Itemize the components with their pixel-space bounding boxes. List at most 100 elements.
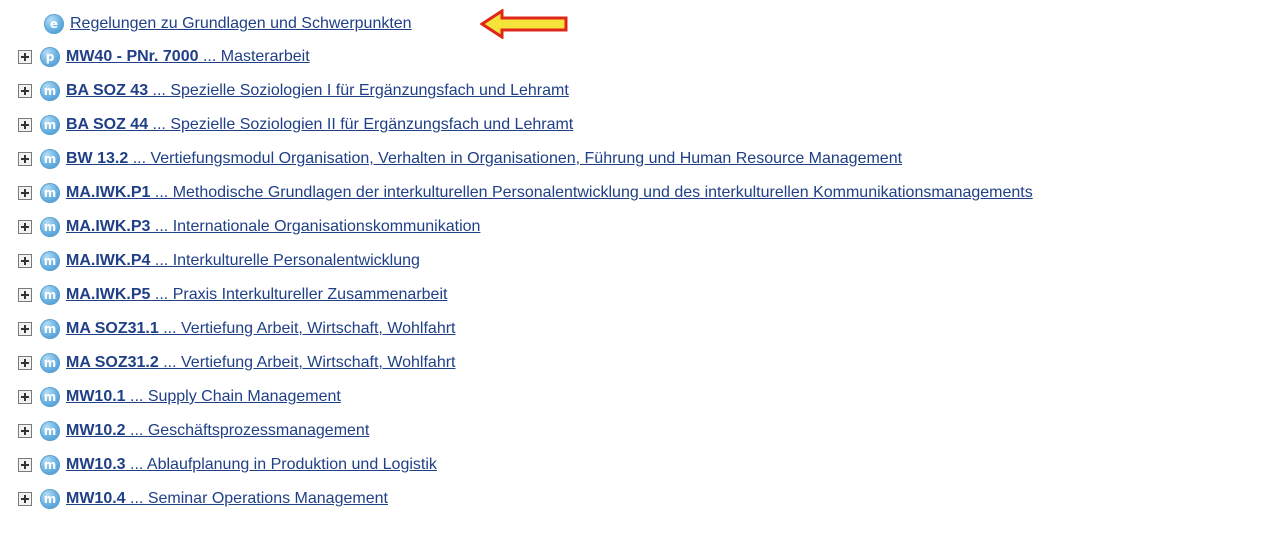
module-link[interactable]: MW10.3 ... Ablaufplanung in Produktion u… — [66, 456, 437, 474]
module-title: Vertiefung Arbeit, Wirtschaft, Wohlfahrt — [181, 320, 456, 337]
m-circle-icon: m — [40, 149, 60, 169]
m-circle-icon: m — [40, 115, 60, 135]
expand-plus-icon[interactable] — [18, 50, 32, 64]
module-code: MW10.4 — [66, 490, 126, 507]
tree-row: m BA SOZ 43 ... Spezielle Soziologien I f… — [18, 74, 1033, 108]
module-link[interactable]: BA SOZ 43 ... Spezielle Soziologien I fü… — [66, 82, 569, 100]
module-link[interactable]: MW10.1 ... Supply Chain Management — [66, 388, 341, 406]
module-link[interactable]: MW10.4 ... Seminar Operations Management — [66, 490, 388, 508]
module-title: Masterarbeit — [220, 48, 310, 65]
module-title: Spezielle Soziologien I für Ergänzungsfa… — [170, 82, 569, 99]
module-separator: ... — [150, 252, 173, 269]
tree-row: m MW10.1 ... Supply Chain Management — [18, 380, 1033, 414]
m-circle-icon: m — [40, 319, 60, 339]
module-title: Internationale Organisationskommunikatio… — [172, 218, 481, 235]
module-link[interactable]: MA.IWK.P5 ... Praxis Interkultureller Zu… — [66, 286, 447, 304]
module-code: MW10.2 — [66, 422, 126, 439]
regelungen-link[interactable]: Regelungen zu Grundlagen und Schwerpunkt… — [70, 15, 412, 33]
e-circle-icon: e — [44, 14, 64, 34]
module-separator: ... — [128, 150, 151, 167]
expand-plus-icon[interactable] — [18, 492, 32, 506]
module-link[interactable]: MA SOZ31.1 ... Vertiefung Arbeit, Wirtsc… — [66, 320, 456, 338]
module-code: MA.IWK.P5 — [66, 286, 151, 303]
module-title: Ablaufplanung in Produktion und Logistik — [146, 456, 437, 473]
tree-row: m MW10.2 ... Geschäftsprozessmanagement — [18, 414, 1033, 448]
module-title: Praxis Interkultureller Zusammenarbeit — [172, 286, 448, 303]
expand-plus-icon[interactable] — [18, 84, 32, 98]
module-title: Spezielle Soziologien II für Ergänzungsf… — [170, 116, 574, 133]
module-separator: ... — [150, 184, 173, 201]
p-circle-icon: p — [40, 47, 60, 67]
module-title: Vertiefung Arbeit, Wirtschaft, Wohlfahrt — [181, 354, 456, 371]
m-circle-icon: m — [40, 251, 60, 271]
m-circle-icon: m — [40, 217, 60, 237]
expand-plus-icon[interactable] — [18, 356, 32, 370]
module-separator: ... — [198, 48, 221, 65]
tree-row: m MA.IWK.P1 ... Methodische Grundlagen de… — [18, 176, 1033, 210]
module-code: MA.IWK.P3 — [66, 218, 151, 235]
module-link[interactable]: MA.IWK.P4 ... Interkulturelle Personalen… — [66, 252, 420, 270]
module-title: Supply Chain Management — [147, 388, 341, 405]
m-circle-icon: m — [40, 81, 60, 101]
tree-row: m BW 13.2 ... Vertiefungsmodul Organisati… — [18, 142, 1033, 176]
module-link[interactable]: MA.IWK.P1 ... Methodische Grundlagen der… — [66, 184, 1033, 202]
tree-row: m MW10.3 ... Ablaufplanung in Produktion … — [18, 448, 1033, 482]
m-circle-icon: m — [40, 489, 60, 509]
expand-plus-icon[interactable] — [18, 152, 32, 166]
tree-row: m MA.IWK.P5 ... Praxis Interkultureller Z… — [18, 278, 1033, 312]
module-separator: ... — [150, 218, 173, 235]
tree-row: m BA SOZ 44 ... Spezielle Soziologien II … — [18, 108, 1033, 142]
expand-plus-icon[interactable] — [18, 424, 32, 438]
tree-row: m MA.IWK.P4 ... Interkulturelle Personale… — [18, 244, 1033, 278]
expand-plus-icon[interactable] — [18, 322, 32, 336]
module-tree: e Regelungen zu Grundlagen und Schwerpun… — [18, 8, 1033, 516]
module-code: BA SOZ 43 — [66, 82, 149, 99]
module-separator: ... — [158, 320, 181, 337]
module-separator: ... — [158, 354, 181, 371]
module-title: Methodische Grundlagen der interkulturel… — [172, 184, 1033, 201]
tree-row: m MA SOZ31.1 ... Vertiefung Arbeit, Wirts… — [18, 312, 1033, 346]
module-link[interactable]: BA SOZ 44 ... Spezielle Soziologien II f… — [66, 116, 573, 134]
module-code: MW10.1 — [66, 388, 126, 405]
module-link[interactable]: BW 13.2 ... Vertiefungsmodul Organisatio… — [66, 150, 902, 168]
module-link[interactable]: MA.IWK.P3 ... Internationale Organisatio… — [66, 218, 480, 236]
module-code: MA SOZ31.2 — [66, 354, 159, 371]
m-circle-icon: m — [40, 421, 60, 441]
module-separator: ... — [125, 422, 148, 439]
expand-plus-icon[interactable] — [18, 186, 32, 200]
module-code: MA SOZ31.1 — [66, 320, 159, 337]
module-separator: ... — [148, 82, 171, 99]
expand-plus-icon[interactable] — [18, 390, 32, 404]
module-separator: ... — [148, 116, 171, 133]
module-link[interactable]: MW10.2 ... Geschäftsprozessmanagement — [66, 422, 369, 440]
module-separator: ... — [125, 456, 147, 473]
module-link[interactable]: MW40 - PNr. 7000 ... Masterarbeit — [66, 48, 310, 66]
m-circle-icon: m — [40, 353, 60, 373]
module-separator: ... — [125, 490, 148, 507]
module-code: MW10.3 — [66, 456, 126, 473]
expand-plus-icon[interactable] — [18, 118, 32, 132]
module-code: BA SOZ 44 — [66, 116, 149, 133]
m-circle-icon: m — [40, 285, 60, 305]
module-code: MW40 - PNr. 7000 — [66, 48, 199, 65]
module-link[interactable]: MA SOZ31.2 ... Vertiefung Arbeit, Wirtsc… — [66, 354, 456, 372]
module-code: MA.IWK.P4 — [66, 252, 151, 269]
module-title: Vertiefungsmodul Organisation, Verhalten… — [150, 150, 903, 167]
module-code: MA.IWK.P1 — [66, 184, 151, 201]
expand-plus-icon[interactable] — [18, 220, 32, 234]
module-code: BW 13.2 — [66, 150, 129, 167]
tree-row: m MA.IWK.P3 ... Internationale Organisati… — [18, 210, 1033, 244]
module-title: Interkulturelle Personalentwicklung — [172, 252, 420, 269]
expand-plus-icon[interactable] — [18, 458, 32, 472]
left-arrow-icon — [480, 9, 568, 39]
module-title: Geschäftsprozessmanagement — [147, 422, 370, 439]
module-title: Seminar Operations Management — [147, 490, 388, 507]
tree-row: m MW10.4 ... Seminar Operations Managemen… — [18, 482, 1033, 516]
tree-row: m MA SOZ31.2 ... Vertiefung Arbeit, Wirts… — [18, 346, 1033, 380]
module-separator: ... — [125, 388, 148, 405]
module-separator: ... — [150, 286, 173, 303]
expand-plus-icon[interactable] — [18, 288, 32, 302]
m-circle-icon: m — [40, 387, 60, 407]
m-circle-icon: m — [40, 183, 60, 203]
expand-plus-icon[interactable] — [18, 254, 32, 268]
